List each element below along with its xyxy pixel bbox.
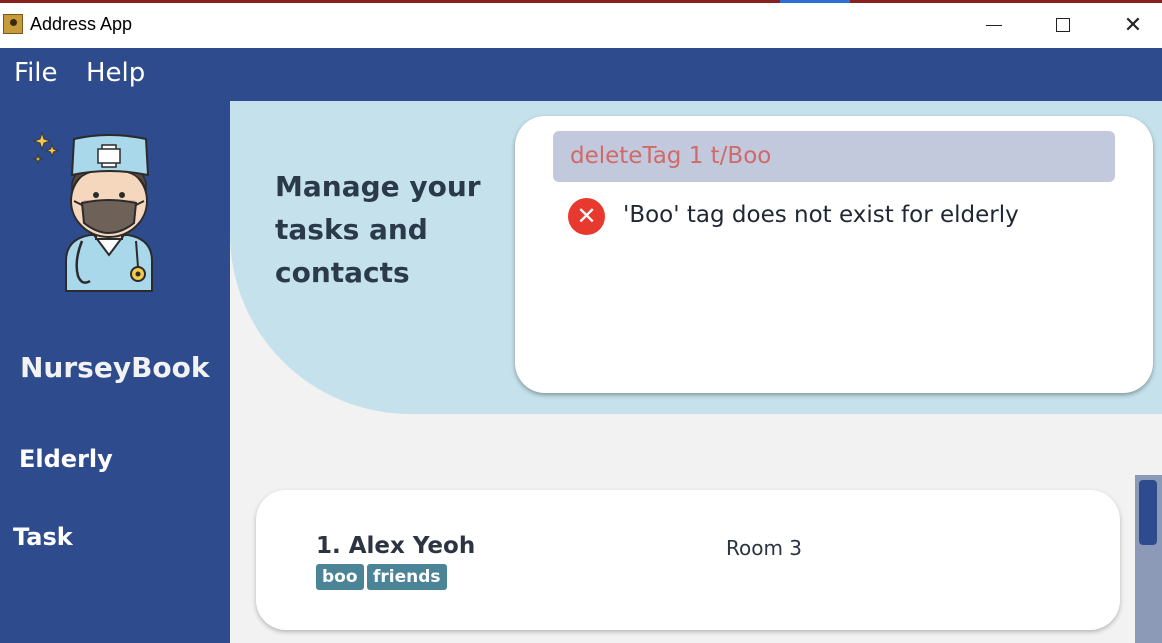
sidebar-item-elderly[interactable]: Elderly (19, 445, 113, 473)
app-icon (3, 14, 23, 34)
close-window-button[interactable]: ✕ (1113, 8, 1153, 42)
result-message: 'Boo' tag does not exist for elderly (623, 202, 1019, 228)
brand-name: NurseyBook (20, 351, 210, 384)
maximize-icon (1056, 18, 1070, 32)
scrollbar-thumb[interactable] (1139, 480, 1157, 545)
sidebar: NurseyBook Elderly Task (0, 101, 230, 643)
sidebar-item-task[interactable]: Task (13, 523, 73, 551)
error-icon: ✕ (568, 198, 605, 235)
taskbar-edge-accent (780, 0, 850, 3)
list-item[interactable] (256, 490, 1120, 630)
minimize-icon (986, 24, 1002, 26)
maximize-button[interactable] (1043, 8, 1083, 42)
tag-badge: boo (316, 564, 364, 590)
menu-bar: File Help (0, 48, 1162, 101)
tagline: Manage your tasks and contacts (275, 170, 481, 289)
close-icon: ✕ (1123, 12, 1143, 38)
person-room: Room 3 (726, 536, 803, 560)
taskbar-edge (0, 0, 1162, 3)
window-title: Address App (30, 14, 133, 34)
minimize-button[interactable] (974, 8, 1014, 42)
menu-file[interactable]: File (14, 58, 58, 88)
menu-help[interactable]: Help (86, 58, 145, 88)
tag-badge: friends (367, 564, 447, 590)
nurse-avatar (32, 131, 153, 292)
person-name: 1. Alex Yeoh (316, 533, 476, 559)
command-input[interactable] (553, 131, 1115, 182)
window-title-bar: Address App ✕ (0, 0, 1162, 48)
